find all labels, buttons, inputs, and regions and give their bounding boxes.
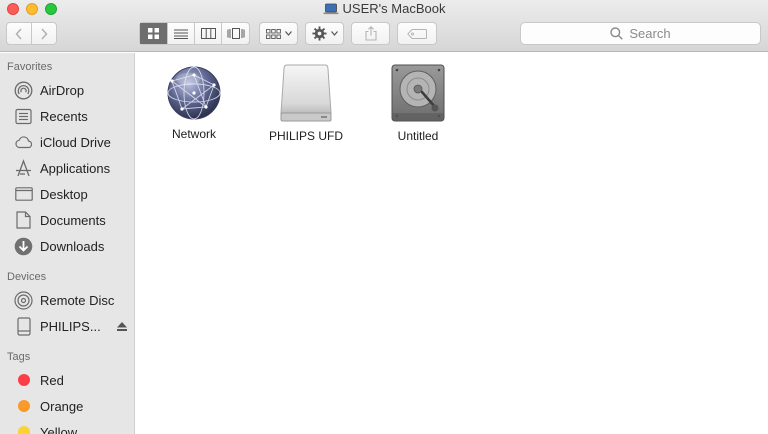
sidebar-item-label: Applications	[40, 160, 111, 176]
hard-disk-icon	[391, 64, 445, 122]
edit-tags-button[interactable]	[397, 22, 437, 45]
file-name: Untitled	[397, 129, 439, 143]
recents-icon	[14, 107, 33, 126]
sidebar-section-devices: Devices	[7, 271, 47, 283]
sidebar-item-tag-red[interactable]: Red	[14, 369, 64, 391]
sidebar-item-label: Documents	[40, 212, 106, 228]
yellow-tag-dot-icon	[18, 426, 30, 434]
sidebar-item-airdrop[interactable]: AirDrop	[14, 79, 84, 101]
chevron-down-icon	[284, 31, 292, 36]
window-title-area: USER's MacBook	[0, 1, 768, 18]
cover-flow-icon	[227, 28, 244, 39]
icon-view-button[interactable]	[140, 23, 168, 44]
sidebar-item-recents[interactable]: Recents	[14, 105, 88, 127]
list-icon	[174, 29, 188, 39]
forward-button[interactable]	[32, 23, 56, 44]
file-item-untitled[interactable]: Untitled	[358, 63, 478, 143]
sidebar-item-label: Remote Disc	[40, 292, 115, 308]
eject-icon[interactable]	[116, 321, 127, 331]
chevron-left-icon	[15, 27, 22, 40]
sidebar-item-desktop[interactable]: Desktop	[14, 183, 88, 205]
documents-icon	[14, 211, 33, 230]
window-title: USER's MacBook	[342, 1, 446, 16]
sidebar: Favorites AirDrop Recents iCloud Drive A…	[0, 53, 135, 434]
sidebar-item-remote-disc[interactable]: Remote Disc	[14, 289, 114, 311]
file-browser-content: Network PHILIPS UFD Untitled	[136, 53, 768, 434]
file-item-philips-ufd[interactable]: PHILIPS UFD	[246, 63, 366, 143]
sidebar-item-label: PHILIPS...	[40, 318, 101, 334]
sidebar-item-icloud-drive[interactable]: iCloud Drive	[14, 131, 111, 153]
desktop-icon	[14, 185, 33, 204]
navigation-buttons	[6, 22, 57, 45]
cloud-icon	[14, 133, 33, 152]
column-view-button[interactable]	[195, 23, 222, 44]
applications-icon	[14, 158, 33, 178]
sidebar-item-label: Orange	[40, 398, 84, 414]
sidebar-item-label: Desktop	[40, 186, 88, 202]
sidebar-item-philips[interactable]: PHILIPS...	[14, 315, 127, 337]
view-mode-segmented-control	[139, 22, 250, 45]
airdrop-icon	[14, 81, 33, 100]
sidebar-section-favorites: Favorites	[7, 61, 53, 73]
orange-tag-dot-icon	[18, 400, 30, 412]
sidebar-item-label: Yellow	[40, 424, 78, 434]
grid-icon	[148, 28, 159, 39]
list-view-button[interactable]	[168, 23, 195, 44]
sidebar-item-tag-orange[interactable]: Orange	[14, 395, 83, 417]
downloads-icon	[14, 237, 33, 256]
laptop-icon	[323, 3, 339, 14]
sidebar-item-label: Downloads	[40, 238, 105, 254]
sidebar-item-tag-yellow[interactable]: Yellow	[14, 421, 77, 434]
search-icon	[610, 27, 624, 40]
arrange-button[interactable]	[259, 22, 298, 45]
share-icon	[364, 26, 377, 41]
columns-icon	[200, 28, 216, 39]
search-field[interactable]: Search	[520, 22, 761, 45]
chevron-right-icon	[41, 27, 48, 40]
cover-flow-view-button[interactable]	[222, 23, 249, 44]
sidebar-item-label: AirDrop	[40, 82, 85, 98]
drive-icon	[14, 316, 33, 336]
network-globe-icon	[167, 66, 221, 120]
share-button[interactable]	[351, 22, 390, 45]
external-drive-icon	[280, 64, 332, 122]
red-tag-dot-icon	[18, 374, 30, 386]
file-name: Network	[171, 127, 216, 141]
disc-icon	[14, 290, 33, 310]
chevron-down-icon	[330, 31, 338, 36]
sidebar-item-label: Red	[40, 372, 64, 388]
sidebar-item-documents[interactable]: Documents	[14, 209, 106, 231]
file-item-network[interactable]: Network	[134, 65, 254, 141]
window-toolbar: USER's MacBook Search	[0, 0, 768, 52]
arrange-grid-icon	[265, 28, 281, 39]
sidebar-item-downloads[interactable]: Downloads	[14, 235, 104, 257]
action-menu-button[interactable]	[305, 22, 344, 45]
file-name: PHILIPS UFD	[268, 129, 343, 143]
sidebar-item-label: Recents	[40, 108, 88, 124]
back-button[interactable]	[7, 23, 32, 44]
sidebar-item-label: iCloud Drive	[40, 134, 111, 150]
sidebar-section-tags: Tags	[7, 351, 31, 363]
gear-icon	[311, 26, 327, 41]
tag-icon	[407, 28, 427, 39]
search-placeholder: Search	[629, 26, 671, 41]
sidebar-item-applications[interactable]: Applications	[14, 157, 110, 179]
